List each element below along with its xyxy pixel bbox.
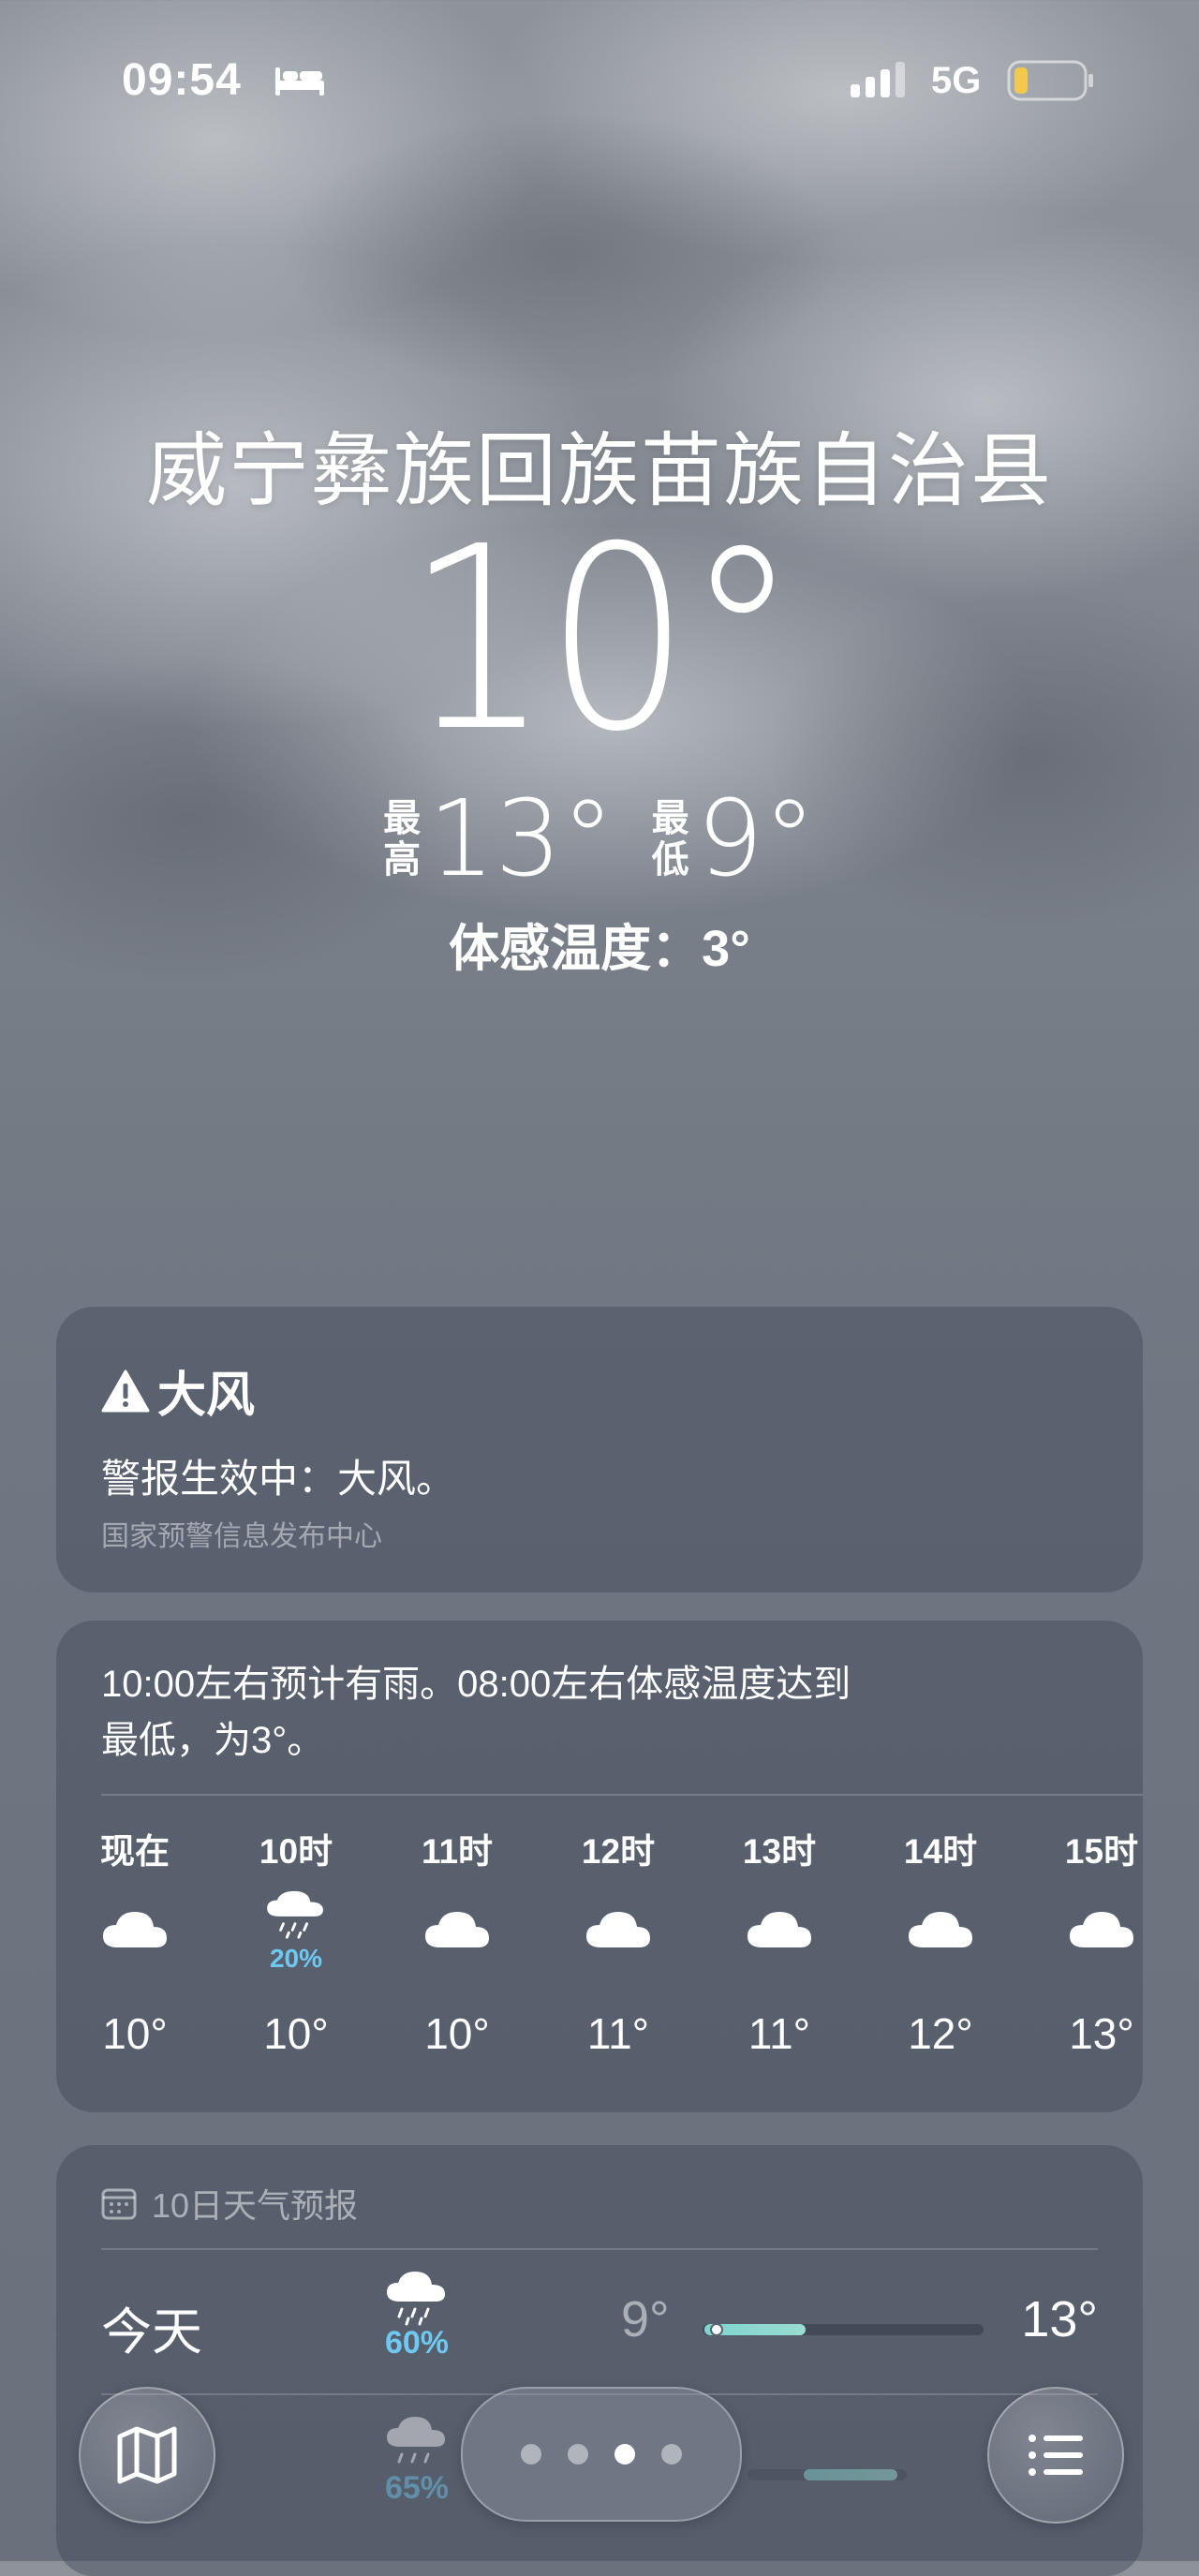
feels-like: 体感温度：3° (449, 921, 750, 977)
bottom-toolbar (0, 2379, 1199, 2561)
page-dot[interactable] (661, 2444, 682, 2465)
high-label: 最高 (383, 798, 422, 881)
status-bar: 09:54 5G (0, 0, 1199, 159)
hour-column: 现在 10° (79, 1828, 191, 2059)
hour-column: 10时 20% 10° (240, 1828, 352, 2059)
map-icon (117, 2426, 177, 2484)
cloud-icon (1070, 1912, 1133, 1947)
divider (101, 2248, 1098, 2250)
day-row[interactable]: 今天 60% 9° 13° (101, 2262, 1098, 2375)
cloud-icon (748, 1912, 811, 1947)
high-value: 13° (428, 778, 614, 900)
hourly-strip[interactable]: 现在 10° 10时 20% 10° 11时 10° 12时 11° 13时 11° 14时 12° 15… (100, 1828, 1143, 2100)
hour-temp: 11° (586, 2009, 650, 2058)
alert-source: 国家预警信息发布中心 (101, 1521, 382, 1552)
day-high: 13° (1021, 2291, 1098, 2347)
calendar-icon (101, 2188, 137, 2220)
hour-temp: 11° (748, 2009, 811, 2058)
cloud-icon (909, 1912, 972, 1947)
low-value: 9° (696, 778, 816, 900)
day-condition: 60% (365, 2270, 468, 2361)
cloud-icon (425, 1912, 489, 1947)
low-label: 最低 (651, 798, 689, 881)
precip-chance: 20% (269, 1944, 323, 1973)
page-dot[interactable] (521, 2444, 541, 2465)
page-indicator[interactable] (461, 2387, 742, 2522)
hour-label: 15时 (1064, 1832, 1139, 1871)
page-dot-active[interactable] (614, 2444, 635, 2465)
city-list-button[interactable] (987, 2387, 1124, 2524)
hour-column: 11时 10° (401, 1828, 513, 2059)
hour-temp: 10° (102, 2009, 168, 2058)
cloud-icon (586, 1912, 650, 1947)
map-button[interactable] (79, 2387, 215, 2524)
network-label: 5G (931, 60, 982, 101)
daily-header: 10日天气预报 (101, 2179, 358, 2228)
status-time: 09:54 (122, 55, 242, 105)
current-temp-marker (710, 2323, 723, 2336)
hour-condition (723, 1875, 836, 1988)
hourly-forecast-card[interactable]: 10:00左右预计有雨。08:00左右体感温度达到 最低，为3°。 现在 10° 1… (56, 1621, 1143, 2112)
cloud-rain-icon (387, 2272, 445, 2326)
battery-icon (1007, 60, 1093, 101)
cloud-rain-icon (267, 1890, 323, 1939)
day-low: 9° (621, 2291, 670, 2347)
divider (101, 1794, 1143, 1796)
hour-condition (1045, 1875, 1143, 1988)
alert-card[interactable]: 大风 警报生效中：大风。 国家预警信息发布中心 (56, 1307, 1143, 1592)
hour-column: 13时 11° (723, 1828, 836, 2059)
list-icon (1029, 2435, 1083, 2476)
hour-condition (79, 1875, 191, 1988)
hour-label: 13时 (742, 1832, 817, 1871)
bed-icon (275, 67, 324, 96)
hour-temp: 10° (424, 2009, 490, 2058)
day-name: 今天 (101, 2304, 202, 2361)
signal-icon (851, 62, 905, 97)
hour-condition (884, 1875, 997, 1988)
hour-temp: 10° (263, 2009, 329, 2058)
hourly-summary: 10:00左右预计有雨。08:00左右体感温度达到 最低，为3°。 (101, 1664, 851, 1761)
hour-condition (562, 1875, 674, 1988)
warning-triangle-icon (101, 1369, 150, 1412)
alert-title: 大风 (101, 1355, 255, 1426)
hour-column: 15时 13° (1045, 1828, 1143, 2059)
hour-label: 10时 (259, 1832, 333, 1871)
temp-range-bar (703, 2323, 984, 2336)
hour-label: 12时 (581, 1832, 656, 1871)
page-dot[interactable] (568, 2444, 588, 2465)
cloud-icon (103, 1912, 167, 1947)
hour-temp: 12° (908, 2009, 973, 2058)
hour-condition: 20% (240, 1875, 352, 1988)
hour-label: 现在 (100, 1832, 170, 1871)
high-low: 最高 13° 最低 9° (0, 787, 1199, 892)
hour-label: 11时 (421, 1832, 494, 1871)
precip-chance: 60% (384, 2325, 450, 2361)
hour-temp: 13° (1069, 2009, 1134, 2058)
hour-column: 12时 11° (562, 1828, 674, 2059)
hour-label: 14时 (903, 1832, 978, 1871)
current-temperature: 10° (405, 492, 799, 787)
alert-text: 警报生效中：大风。 (101, 1457, 456, 1501)
hour-column: 14时 12° (884, 1828, 997, 2059)
hour-condition (401, 1875, 513, 1988)
